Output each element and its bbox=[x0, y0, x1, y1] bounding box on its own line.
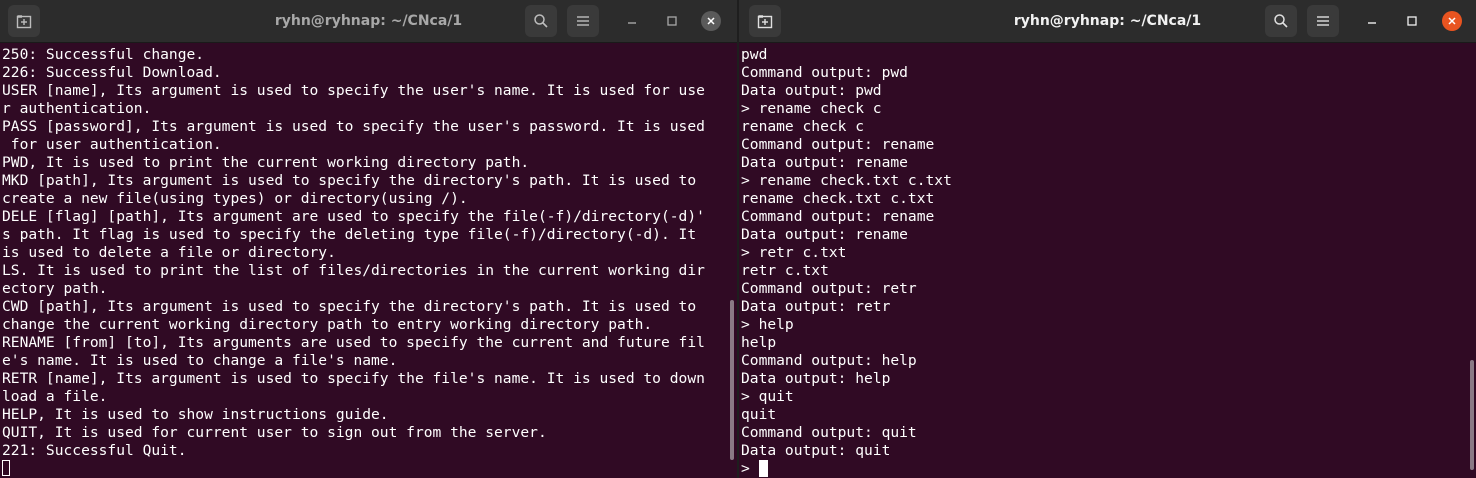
terminal-line: load a file. bbox=[2, 388, 108, 405]
close-button[interactable] bbox=[1442, 11, 1462, 31]
terminal-line: rename check c bbox=[741, 118, 865, 135]
titlebar[interactable]: ryhn@ryhnap: ~/CNca/1 bbox=[0, 0, 737, 43]
terminal-line: 250: Successful change. bbox=[2, 46, 205, 63]
maximize-icon bbox=[667, 16, 677, 26]
terminal-line: HELP, It is used to show instructions gu… bbox=[2, 406, 389, 423]
menu-button[interactable] bbox=[567, 5, 599, 37]
hamburger-menu-icon bbox=[577, 16, 589, 26]
new-tab-button[interactable] bbox=[749, 5, 781, 37]
terminal-line: LS. It is used to print the list of file… bbox=[2, 262, 705, 279]
terminal-line: PWD, It is used to print the current wor… bbox=[2, 154, 530, 171]
terminal-line: Command output: retr bbox=[741, 280, 917, 297]
minimize-button[interactable] bbox=[1362, 11, 1382, 31]
minimize-icon bbox=[628, 22, 636, 24]
terminal-line: rename check.txt c.txt bbox=[741, 190, 935, 207]
terminal-output[interactable]: pwd Command output: pwd Data output: pwd > … bbox=[741, 46, 1462, 478]
menu-button[interactable] bbox=[1307, 5, 1339, 37]
terminal-line: ectory path. bbox=[2, 280, 108, 297]
terminal-line: is used to delete a file or directory. bbox=[2, 244, 336, 261]
new-tab-button[interactable] bbox=[8, 5, 40, 37]
terminal-line: Command output: quit bbox=[741, 424, 917, 441]
terminal-line: MKD [path], Its argument is used to spec… bbox=[2, 172, 697, 189]
terminal-line: 221: Successful Quit. bbox=[2, 442, 187, 459]
terminal-line: quit bbox=[741, 406, 777, 423]
text-cursor bbox=[758, 460, 768, 477]
terminal-output[interactable]: 250: Successful change. 226: Successful D… bbox=[2, 46, 723, 478]
terminal-line: > quit bbox=[741, 388, 794, 405]
prompt-line[interactable]: > bbox=[741, 460, 1462, 478]
terminal-line: Data output: help bbox=[741, 370, 891, 387]
maximize-button[interactable] bbox=[662, 11, 682, 31]
terminal-line: Data output: rename bbox=[741, 154, 908, 171]
terminal-line: DELE [flag] [path], Its argument are use… bbox=[2, 208, 705, 225]
titlebar[interactable]: ryhn@ryhnap: ~/CNca/1 bbox=[739, 0, 1476, 43]
hamburger-menu-icon bbox=[1317, 16, 1329, 26]
terminal-line: PASS [password], Its argument is used to… bbox=[2, 118, 705, 135]
terminal-line: e's name. It is used to change a file's … bbox=[2, 352, 398, 369]
terminal-line: Command output: pwd bbox=[741, 64, 908, 81]
maximize-icon bbox=[1407, 16, 1417, 26]
terminal-window-left[interactable]: ryhn@ryhnap: ~/CNca/1 250: Successful ch… bbox=[0, 0, 737, 478]
maximize-button[interactable] bbox=[1402, 11, 1422, 31]
new-tab-icon bbox=[757, 15, 773, 29]
terminal-line: > retr c.txt bbox=[741, 244, 847, 261]
terminal-line: > rename check c bbox=[741, 100, 882, 117]
terminal-line: > rename check.txt c.txt bbox=[741, 172, 952, 189]
terminal-line: QUIT, It is used for current user to sig… bbox=[2, 424, 547, 441]
terminal-line: s path. It flag is used to specify the d… bbox=[2, 226, 697, 243]
terminal-line: USER [name], Its argument is used to spe… bbox=[2, 82, 705, 99]
search-icon bbox=[1274, 14, 1288, 28]
terminal-line: Data output: rename bbox=[741, 226, 908, 243]
terminal-line: for user authentication. bbox=[2, 136, 222, 153]
terminal-line: change the current working directory pat… bbox=[2, 316, 653, 333]
search-button[interactable] bbox=[1265, 5, 1297, 37]
scrollbar-thumb[interactable] bbox=[1470, 360, 1474, 470]
search-button[interactable] bbox=[525, 5, 557, 37]
terminal-line: 226: Successful Download. bbox=[2, 64, 222, 81]
terminal-line: RENAME [from] [to], Its arguments are us… bbox=[2, 334, 705, 351]
terminal-line: Command output: rename bbox=[741, 208, 935, 225]
terminal-window-right[interactable]: ryhn@ryhnap: ~/CNca/1 pwd Command output… bbox=[739, 0, 1476, 478]
scrollbar-thumb[interactable] bbox=[730, 300, 734, 460]
close-icon bbox=[707, 17, 715, 25]
terminal-line: CWD [path], Its argument is used to spec… bbox=[2, 298, 697, 315]
terminal-line: pwd bbox=[741, 46, 768, 63]
terminal-line: retr c.txt bbox=[741, 262, 829, 279]
minimize-icon bbox=[1368, 22, 1376, 24]
text-cursor bbox=[2, 460, 10, 476]
terminal-line: Data output: pwd bbox=[741, 82, 882, 99]
prompt-line[interactable] bbox=[2, 460, 723, 478]
search-icon bbox=[534, 14, 548, 28]
terminal-line: > help bbox=[741, 316, 794, 333]
terminal-line: help bbox=[741, 334, 777, 351]
terminal-line: Data output: quit bbox=[741, 442, 891, 459]
prompt: > bbox=[741, 460, 759, 477]
minimize-button[interactable] bbox=[622, 11, 642, 31]
terminal-line: RETR [name], Its argument is used to spe… bbox=[2, 370, 705, 387]
terminal-line: r authentication. bbox=[2, 100, 152, 117]
terminal-line: Command output: rename bbox=[741, 136, 935, 153]
new-tab-icon bbox=[16, 15, 32, 29]
close-icon bbox=[1448, 17, 1456, 25]
close-button[interactable] bbox=[701, 11, 721, 31]
terminal-line: create a new file(using types) or direct… bbox=[2, 190, 468, 207]
terminal-line: Command output: help bbox=[741, 352, 917, 369]
terminal-line: Data output: retr bbox=[741, 298, 891, 315]
